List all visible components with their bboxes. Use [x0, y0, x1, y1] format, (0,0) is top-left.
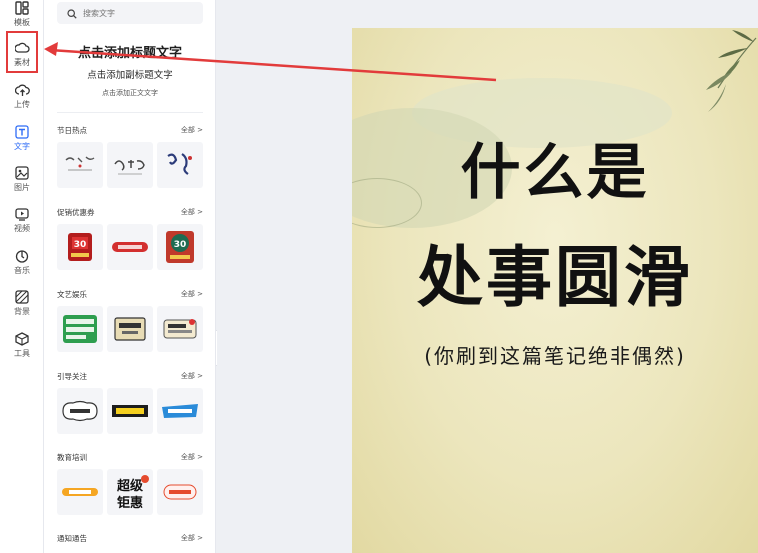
deal-text: 钜惠: [117, 495, 143, 511]
text-style-thumbnail[interactable]: [57, 142, 103, 188]
poster-title-line-2[interactable]: 处事圆滑: [352, 224, 758, 320]
text-style-thumbnail[interactable]: 30: [57, 224, 103, 270]
view-all-link[interactable]: 全部 >: [181, 207, 203, 217]
text-style-thumbnail[interactable]: [157, 388, 203, 434]
text-style-thumbnail[interactable]: [57, 469, 103, 515]
poster-title-line-1[interactable]: 什么是: [352, 124, 758, 211]
left-nav-rail: 模板 素材 上传 文字 图片 视频 音乐 背景 工具: [0, 0, 44, 553]
rail-label: 上传: [14, 100, 30, 109]
rail-item-image[interactable]: 图片: [0, 165, 44, 205]
editor-window: 模板 素材 上传 文字 图片 视频 音乐 背景 工具 搜索文字 点击添加标题文字…: [0, 0, 758, 553]
badge-30-text: 30: [74, 240, 87, 250]
text-style-thumbnail[interactable]: [107, 388, 153, 434]
view-all-link[interactable]: 全部 >: [181, 125, 203, 135]
toolbox-icon: [14, 331, 30, 347]
add-subtitle-text-button[interactable]: 点击添加副标题文字: [44, 67, 215, 81]
category-title: 文艺娱乐: [57, 289, 87, 299]
super-text: 超级: [117, 478, 144, 494]
category-title: 通知通告: [57, 533, 87, 543]
poster-subtitle[interactable]: (你刷到这篇笔记绝非偶然): [352, 340, 758, 369]
poster-canvas[interactable]: 什么是 处事圆滑 (你刷到这篇笔记绝非偶然): [352, 28, 758, 553]
rail-item-music[interactable]: 音乐: [0, 248, 44, 288]
search-bar[interactable]: [57, 2, 203, 24]
view-all-link[interactable]: 全部 >: [181, 371, 203, 381]
view-all-link[interactable]: 全部 >: [181, 452, 203, 462]
text-style-thumbnail[interactable]: [107, 224, 153, 270]
rail-item-video[interactable]: 视频: [0, 206, 44, 246]
category-festival: 节日热点 全部 >: [57, 124, 203, 188]
category-title: 节日热点: [57, 125, 87, 135]
canvas-stage: 什么是 处事圆滑 (你刷到这篇笔记绝非偶然): [217, 0, 758, 553]
rail-label: 工具: [14, 349, 30, 358]
text-style-thumbnail[interactable]: 超级 钜惠: [107, 469, 153, 515]
badge-30-text: 30: [174, 240, 187, 250]
category-follow-guide: 引导关注 全部 >: [57, 370, 203, 434]
rail-label: 文字: [14, 142, 30, 151]
search-input[interactable]: [83, 8, 193, 18]
template-icon: [14, 0, 30, 16]
category-title: 教育培训: [57, 452, 87, 462]
add-title-text-button[interactable]: 点击添加标题文字: [44, 42, 215, 61]
rail-label: 音乐: [14, 266, 30, 275]
rail-item-tools[interactable]: 工具: [0, 331, 44, 371]
category-arts-entertainment: 文艺娱乐 全部 >: [57, 288, 203, 352]
text-style-thumbnail[interactable]: [57, 388, 103, 434]
highlight-box: [6, 31, 38, 73]
text-style-thumbnail[interactable]: 30: [157, 224, 203, 270]
rail-item-text[interactable]: 文字: [0, 124, 44, 164]
image-icon: [14, 165, 30, 181]
rail-item-background[interactable]: 背景: [0, 289, 44, 329]
search-icon: [67, 4, 77, 23]
view-all-link[interactable]: 全部 >: [181, 533, 203, 543]
text-style-thumbnail[interactable]: [107, 142, 153, 188]
video-icon: [14, 206, 30, 222]
category-promo-coupon: 促销优惠券 全部 > 30 30: [57, 206, 203, 270]
text-style-thumbnail[interactable]: [107, 306, 153, 352]
rail-label: 模板: [14, 18, 30, 27]
divider: [57, 112, 203, 113]
upload-cloud-icon: [14, 82, 30, 98]
text-style-thumbnail[interactable]: [157, 306, 203, 352]
category-title: 引导关注: [57, 371, 87, 381]
category-education-training: 教育培训 全部 > 超级 钜惠: [57, 451, 203, 515]
rail-item-upload[interactable]: 上传: [0, 82, 44, 122]
rail-label: 背景: [14, 307, 30, 316]
background-grid-icon: [14, 289, 30, 305]
rail-label: 图片: [14, 183, 30, 192]
category-notice: 通知通告 全部 >: [57, 532, 203, 544]
music-icon: [14, 248, 30, 264]
text-t-icon: [14, 124, 30, 140]
bamboo-leaves-decoration: [706, 30, 757, 112]
view-all-link[interactable]: 全部 >: [181, 289, 203, 299]
text-material-panel: 点击添加标题文字 点击添加副标题文字 点击添加正文文字 节日热点 全部 >: [44, 0, 216, 553]
add-body-text-button[interactable]: 点击添加正文文字: [44, 88, 215, 98]
rail-label: 视频: [14, 224, 30, 233]
text-style-thumbnail[interactable]: [57, 306, 103, 352]
category-title: 促销优惠券: [57, 207, 95, 217]
text-style-thumbnail[interactable]: [157, 142, 203, 188]
text-style-thumbnail[interactable]: [157, 469, 203, 515]
